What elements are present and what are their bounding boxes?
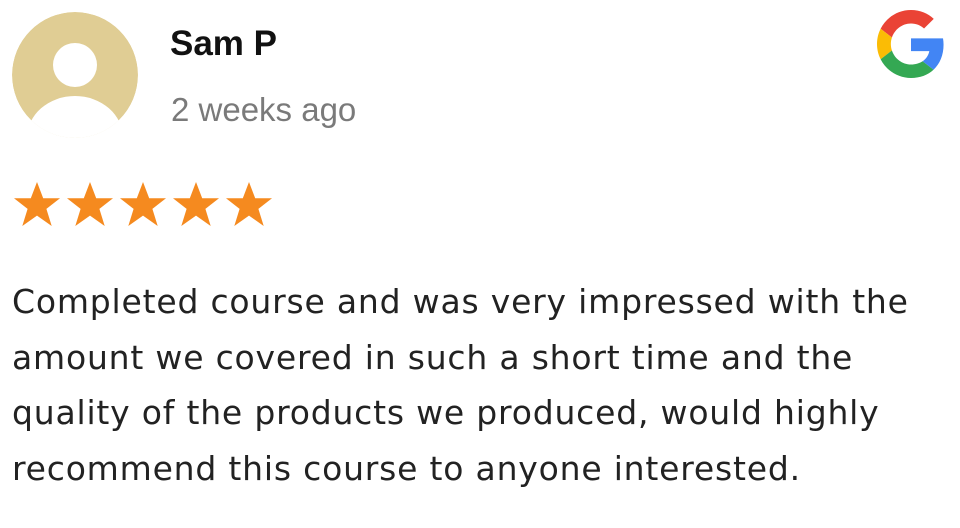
reviewer-name: Sam P: [170, 24, 277, 63]
avatar: [12, 12, 138, 138]
google-g-icon: [877, 10, 945, 78]
review-text: Completed course and was very impressed …: [12, 282, 909, 488]
review-date: 2 weeks ago: [171, 91, 357, 128]
star-rating: [12, 180, 274, 230]
review-card: Sam P 2 weeks ago Completed course and w…: [0, 0, 960, 528]
user-avatar-icon: [12, 12, 138, 138]
star-icon: [120, 182, 166, 226]
star-icon: [67, 182, 113, 226]
star-icon: [14, 182, 60, 226]
star-icon: [226, 182, 272, 226]
star-icon: [173, 182, 219, 226]
